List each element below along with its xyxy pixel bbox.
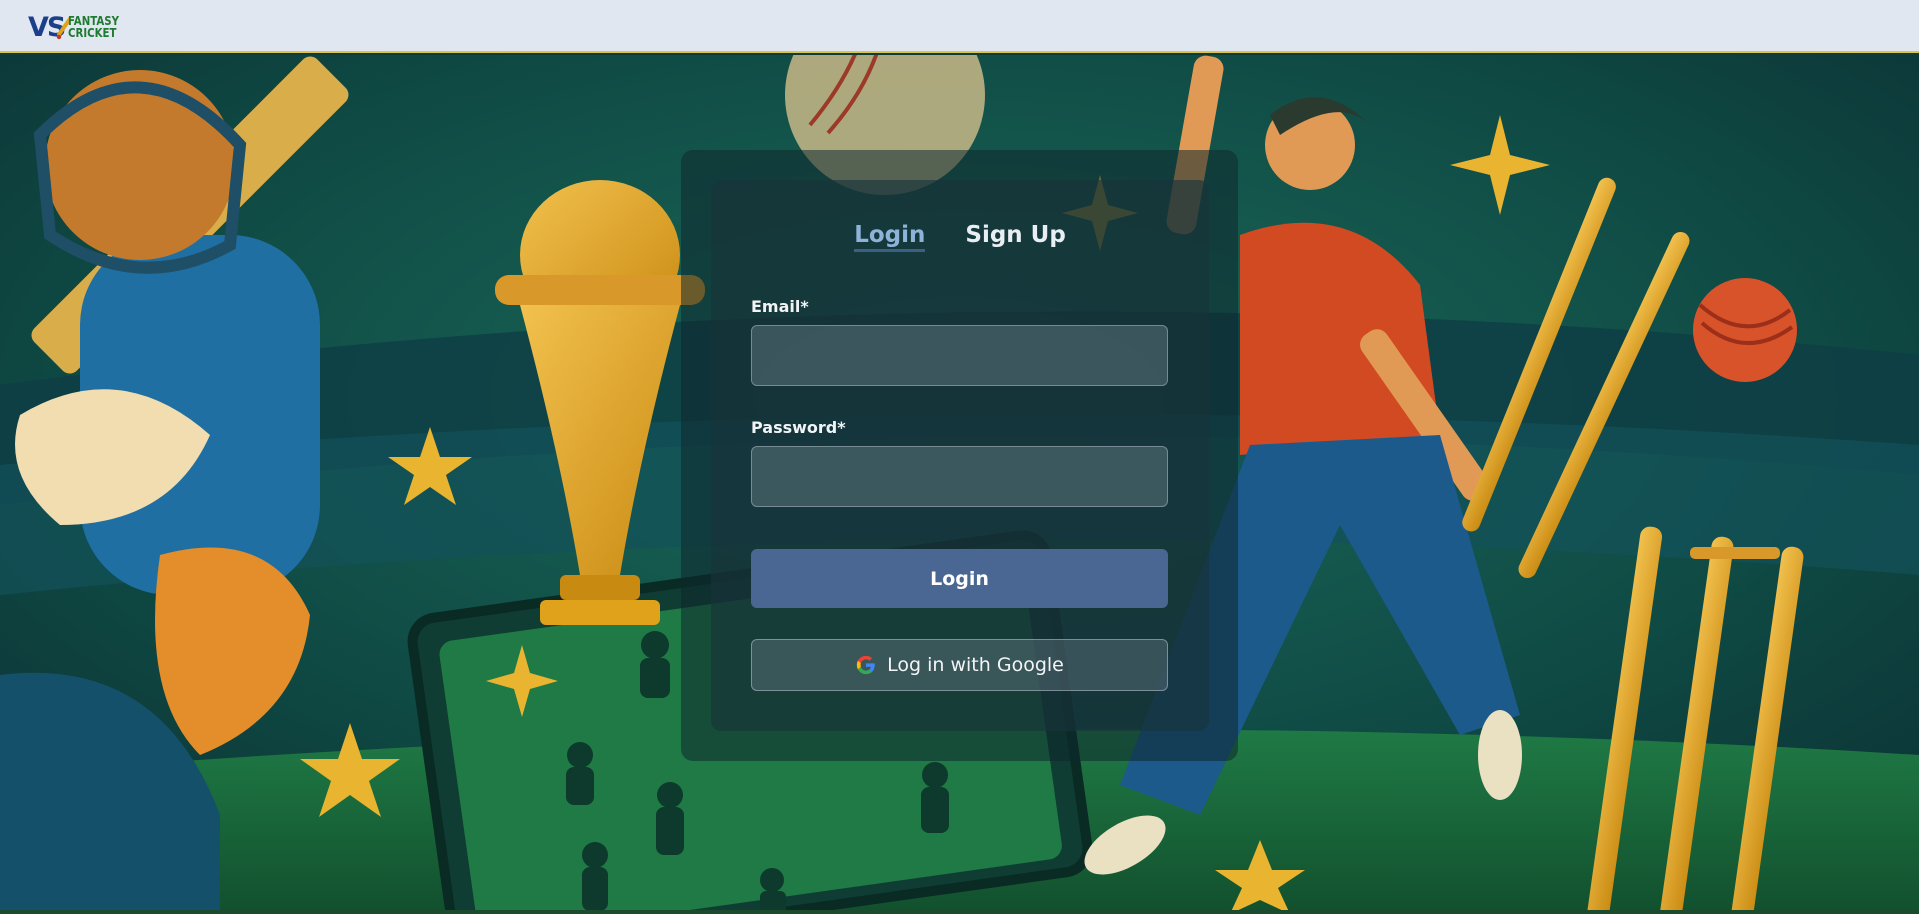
login-button[interactable]: Login (751, 549, 1168, 608)
email-field[interactable] (751, 325, 1168, 386)
password-field[interactable] (751, 446, 1168, 507)
google-g-icon (856, 655, 875, 675)
google-button-label: Log in with Google (887, 654, 1064, 676)
email-label: Email* (751, 297, 809, 316)
top-navbar: VS FANTASY CRICKET (0, 0, 1919, 53)
auth-tabs: Login Sign Up (711, 222, 1209, 252)
brand-logo[interactable]: VS FANTASY CRICKET (28, 12, 128, 43)
bottom-border (0, 910, 1919, 914)
google-login-button[interactable]: Log in with Google (751, 639, 1168, 691)
logo-text: FANTASY CRICKET (68, 14, 120, 40)
auth-card: Login Sign Up Email* Password* Login Log… (711, 180, 1209, 731)
password-label: Password* (751, 418, 846, 437)
tab-sign-up[interactable]: Sign Up (965, 222, 1065, 252)
tab-login[interactable]: Login (854, 222, 926, 252)
